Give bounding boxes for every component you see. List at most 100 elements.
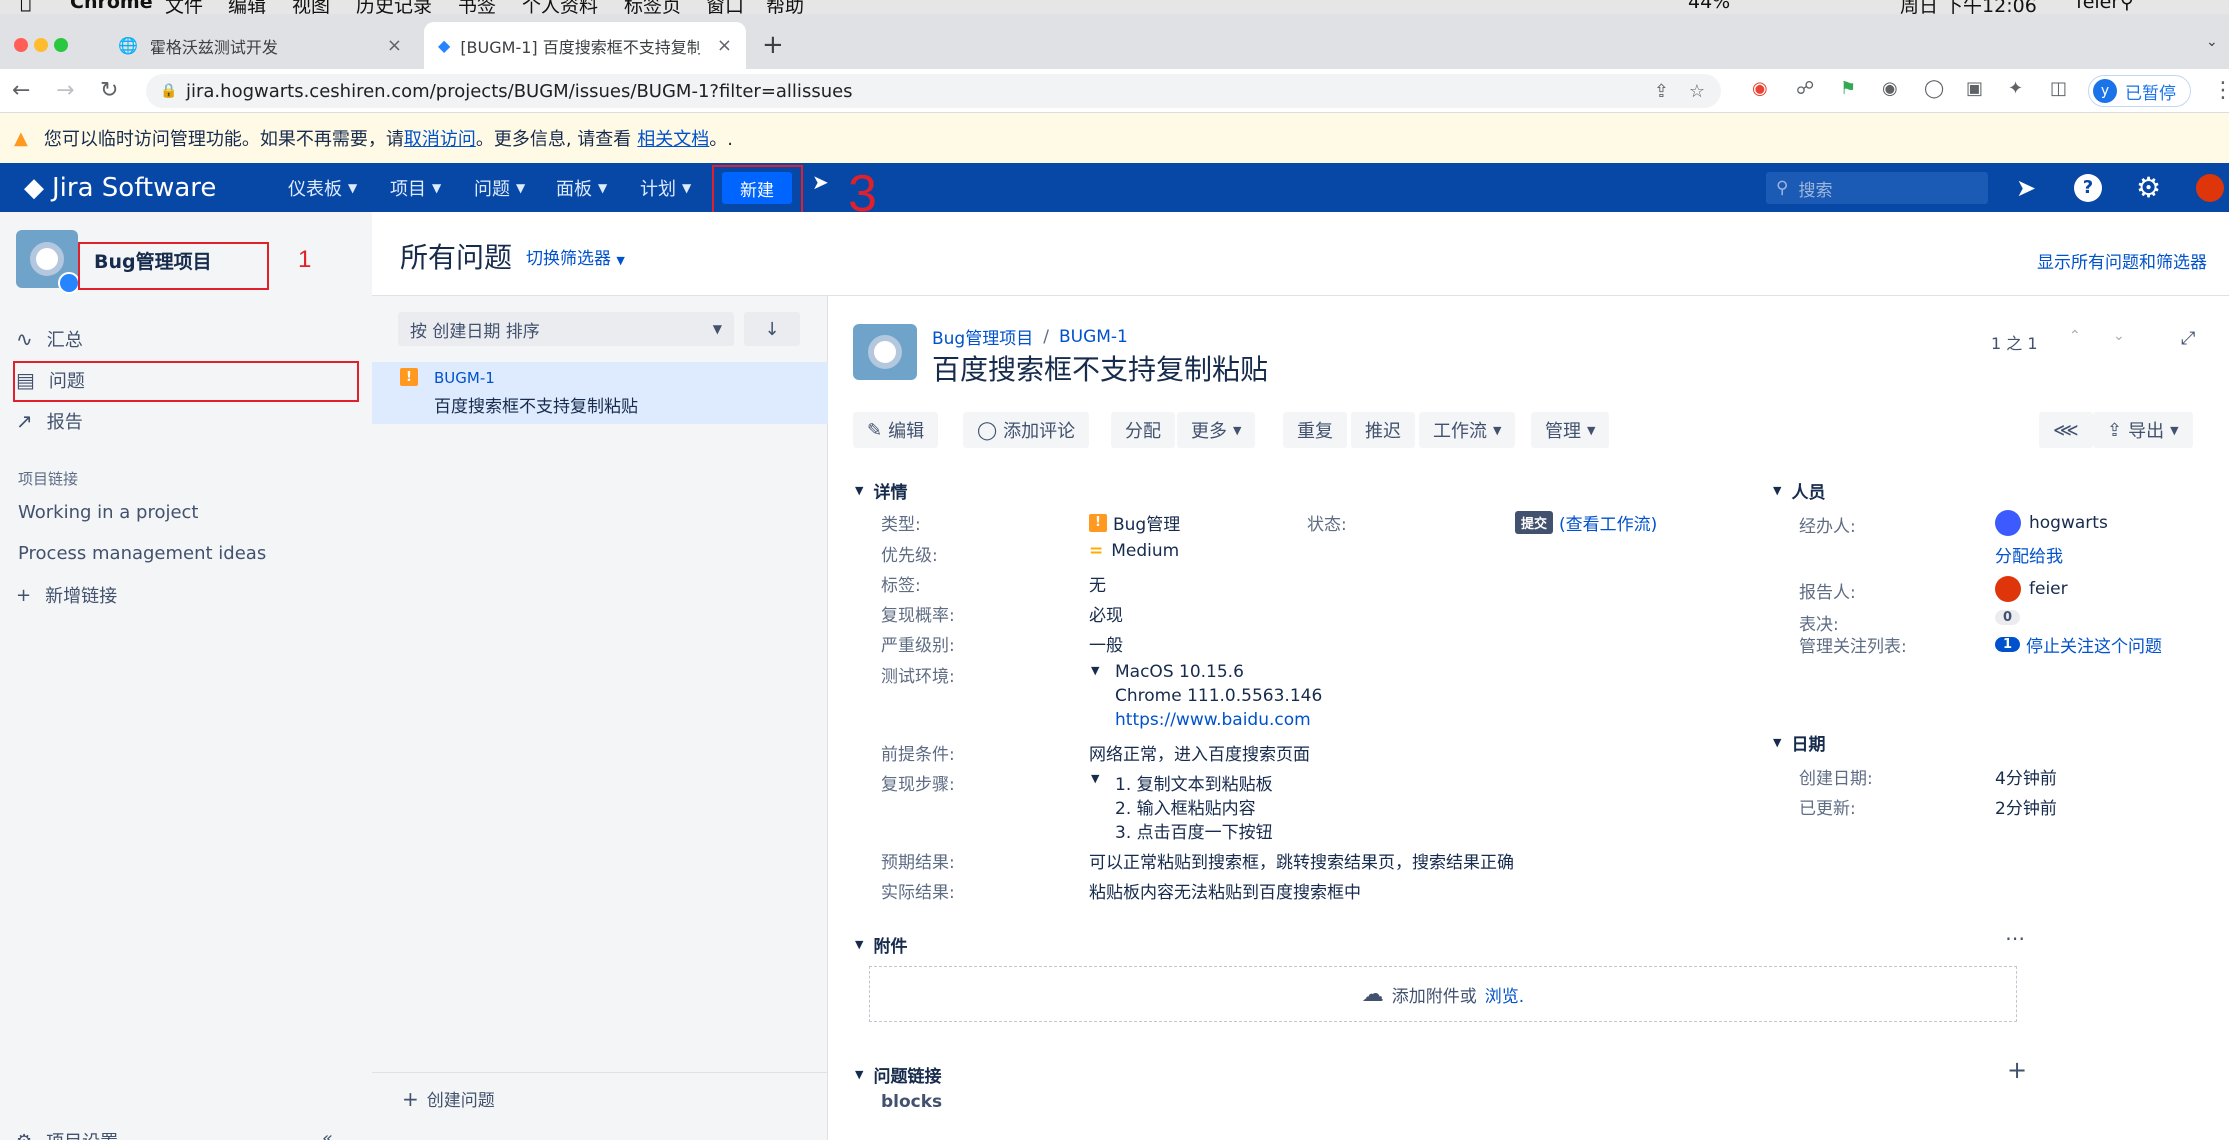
sort-dropdown[interactable]: 按 创建日期 排序 ▼ xyxy=(398,312,734,346)
browser-tab-issue[interactable]: ◆ [BUGM-1] 百度搜索框不支持复制粘 × xyxy=(424,22,746,69)
extension-icon[interactable]: ▣ xyxy=(1966,78,1983,99)
collapse-chevron-icon[interactable]: ▼ xyxy=(1091,664,1099,677)
previous-issue-icon[interactable]: ⌃ xyxy=(2069,328,2081,344)
issue-title[interactable]: 百度搜索框不支持复制粘贴 xyxy=(932,348,1268,388)
attachment-dropzone[interactable]: ☁ 添加附件或 浏览. xyxy=(869,966,2017,1022)
watchers-count[interactable]: 1 xyxy=(1995,637,2021,652)
browser-menu-icon[interactable]: ⋮ xyxy=(2212,78,2229,103)
menu-tabs[interactable]: 标签页 xyxy=(624,0,681,14)
extension-icon[interactable]: ◉ xyxy=(1882,78,1898,99)
jira-logo[interactable]: ◆ Jira Software xyxy=(24,163,216,212)
issue-links-section-toggle[interactable]: ▼ 问题链接 xyxy=(855,1062,941,1087)
extension-icon[interactable]: ◯ xyxy=(1924,78,1944,99)
nav-projects[interactable]: 项目 ▼ xyxy=(390,163,441,212)
close-tab-icon[interactable]: × xyxy=(717,35,732,56)
nav-dashboards[interactable]: 仪表板 ▼ xyxy=(288,163,357,212)
reload-icon[interactable]: ↻ xyxy=(100,78,118,103)
help-icon[interactable]: ? xyxy=(2074,163,2102,212)
address-bar[interactable]: 🔒 jira.hogwarts.ceshiren.com/projects/BU… xyxy=(146,74,1721,108)
sidebar-item-summary[interactable]: ∿ 汇总 xyxy=(16,326,83,352)
spotlight-icon[interactable]: ⚲ xyxy=(2120,0,2134,13)
assignee[interactable]: hogwarts xyxy=(1995,510,2108,536)
menu-window[interactable]: 窗口 xyxy=(706,0,744,14)
nav-issues[interactable]: 问题 ▼ xyxy=(474,163,525,212)
menu-file[interactable]: 文件 xyxy=(165,0,203,14)
add-link-button[interactable]: + 新增链接 xyxy=(16,582,117,608)
browser-tab-hogwarts[interactable]: 🌐 霍格沃兹测试开发 × xyxy=(104,22,416,69)
project-link[interactable]: Working in a project xyxy=(18,502,199,523)
stop-watching-link[interactable]: 停止关注这个问题 xyxy=(2026,632,2162,657)
expand-icon[interactable]: ⤢ xyxy=(2181,328,2195,349)
profile-button[interactable]: y 已暂停 xyxy=(2088,75,2191,107)
settings-gear-icon[interactable]: ⚙ xyxy=(2136,163,2161,212)
dates-section-toggle[interactable]: ▼ 日期 xyxy=(1773,730,1825,755)
menu-app[interactable]: Chrome xyxy=(70,0,153,13)
bookmark-star-icon[interactable]: ☆ xyxy=(1689,81,1705,102)
details-section-toggle[interactable]: ▼ 详情 xyxy=(855,478,907,503)
admin-button[interactable]: 管理 ▼ xyxy=(1531,412,1610,448)
filter-title-group: 所有问题 切换筛选器 ▼ xyxy=(400,236,625,276)
attachments-section-toggle[interactable]: ▼ 附件 xyxy=(855,932,907,957)
assign-to-me-link[interactable]: 分配给我 xyxy=(1995,542,2063,567)
back-icon[interactable]: ← xyxy=(12,78,30,103)
next-issue-icon[interactable]: ⌄ xyxy=(2113,328,2125,344)
project-settings-link[interactable]: ⚙ 项目设置 xyxy=(16,1128,118,1140)
cancel-access-link[interactable]: 取消访问 xyxy=(404,125,476,151)
collapse-chevron-icon[interactable]: ▼ xyxy=(1091,772,1099,785)
extension-icon[interactable]: ☍ xyxy=(1796,78,1814,99)
workflow-button[interactable]: 工作流 ▼ xyxy=(1419,412,1516,448)
share-icon[interactable]: ⇪ xyxy=(1654,81,1669,102)
menu-help[interactable]: 帮助 xyxy=(766,0,804,14)
add-link-icon[interactable]: + xyxy=(2007,1056,2027,1084)
apple-icon[interactable]:  xyxy=(20,0,31,13)
forward-icon[interactable]: → xyxy=(56,78,74,103)
edit-button[interactable]: ✎ 编辑 xyxy=(853,412,939,448)
reopen-button[interactable]: 重复 xyxy=(1283,412,1347,448)
extension-icon[interactable]: ◉ xyxy=(1752,78,1768,99)
switch-filter-button[interactable]: 切换筛选器 ▼ xyxy=(526,244,625,269)
show-all-filters-link[interactable]: 显示所有问题和筛选器 xyxy=(2037,248,2207,273)
breadcrumb-issue-key[interactable]: BUGM-1 xyxy=(1059,327,1128,347)
assign-button[interactable]: 分配 xyxy=(1111,412,1175,448)
nav-plans[interactable]: 计划 ▼ xyxy=(640,163,691,212)
menu-bookmarks[interactable]: 书签 xyxy=(458,0,496,14)
notifications-icon[interactable]: ➤ xyxy=(2016,163,2036,212)
puzzle-icon[interactable]: ✦ xyxy=(2008,78,2023,99)
browse-link[interactable]: 浏览. xyxy=(1485,982,1524,1007)
zoom-window-icon[interactable] xyxy=(54,38,68,52)
new-tab-button[interactable]: + xyxy=(762,30,784,60)
breadcrumb-project[interactable]: Bug管理项目 xyxy=(932,324,1033,349)
view-workflow-link[interactable]: (查看工作流) xyxy=(1559,510,1657,535)
create-issue-button[interactable]: + 创建问题 xyxy=(402,1086,495,1112)
env-link[interactable]: https://www.baidu.com xyxy=(1115,710,1311,730)
menu-edit[interactable]: 编辑 xyxy=(228,0,266,14)
export-button[interactable]: ⇪ 导出 ▼ xyxy=(2093,412,2193,448)
extension-icon[interactable]: ⚑ xyxy=(1840,78,1856,99)
menu-view[interactable]: 视图 xyxy=(292,0,330,14)
sidebar-item-reports[interactable]: ↗ 报告 xyxy=(16,408,83,434)
collapse-sidebar-icon[interactable]: « xyxy=(322,1128,333,1140)
project-link[interactable]: Process management ideas xyxy=(18,543,266,564)
sort-direction-button[interactable]: ↓ xyxy=(744,312,800,346)
share-button[interactable]: ⋘ xyxy=(2039,412,2093,448)
docs-link[interactable]: 相关文档 xyxy=(637,125,709,151)
reporter[interactable]: feier xyxy=(1995,576,2068,602)
user-avatar[interactable] xyxy=(2196,163,2224,212)
people-section-toggle[interactable]: ▼ 人员 xyxy=(1773,478,1825,503)
search-input[interactable]: ⚲ 搜索 xyxy=(1766,172,1988,204)
more-options-icon[interactable]: ⋯ xyxy=(2005,926,2025,950)
list-item[interactable]: ! BUGM-1 百度搜索框不支持复制粘贴 xyxy=(372,362,828,424)
more-button[interactable]: 更多 ▼ xyxy=(1177,412,1256,448)
minimize-window-icon[interactable] xyxy=(34,38,48,52)
close-window-icon[interactable] xyxy=(14,38,28,52)
close-tab-icon[interactable]: × xyxy=(387,35,402,56)
side-panel-icon[interactable]: ◫ xyxy=(2050,78,2067,99)
tab-search-chevron-icon[interactable]: ⌄ xyxy=(2206,34,2218,50)
nav-boards[interactable]: 面板 ▼ xyxy=(556,163,607,212)
comment-button[interactable]: ◯ 添加评论 xyxy=(963,412,1090,448)
defer-button[interactable]: 推迟 xyxy=(1351,412,1415,448)
step-line: 2. 输入框粘贴内容 xyxy=(1115,799,1256,819)
menu-profile[interactable]: 个人资料 xyxy=(522,0,598,14)
votes-count[interactable]: 0 xyxy=(1995,610,2021,625)
menu-history[interactable]: 历史记录 xyxy=(356,0,432,14)
